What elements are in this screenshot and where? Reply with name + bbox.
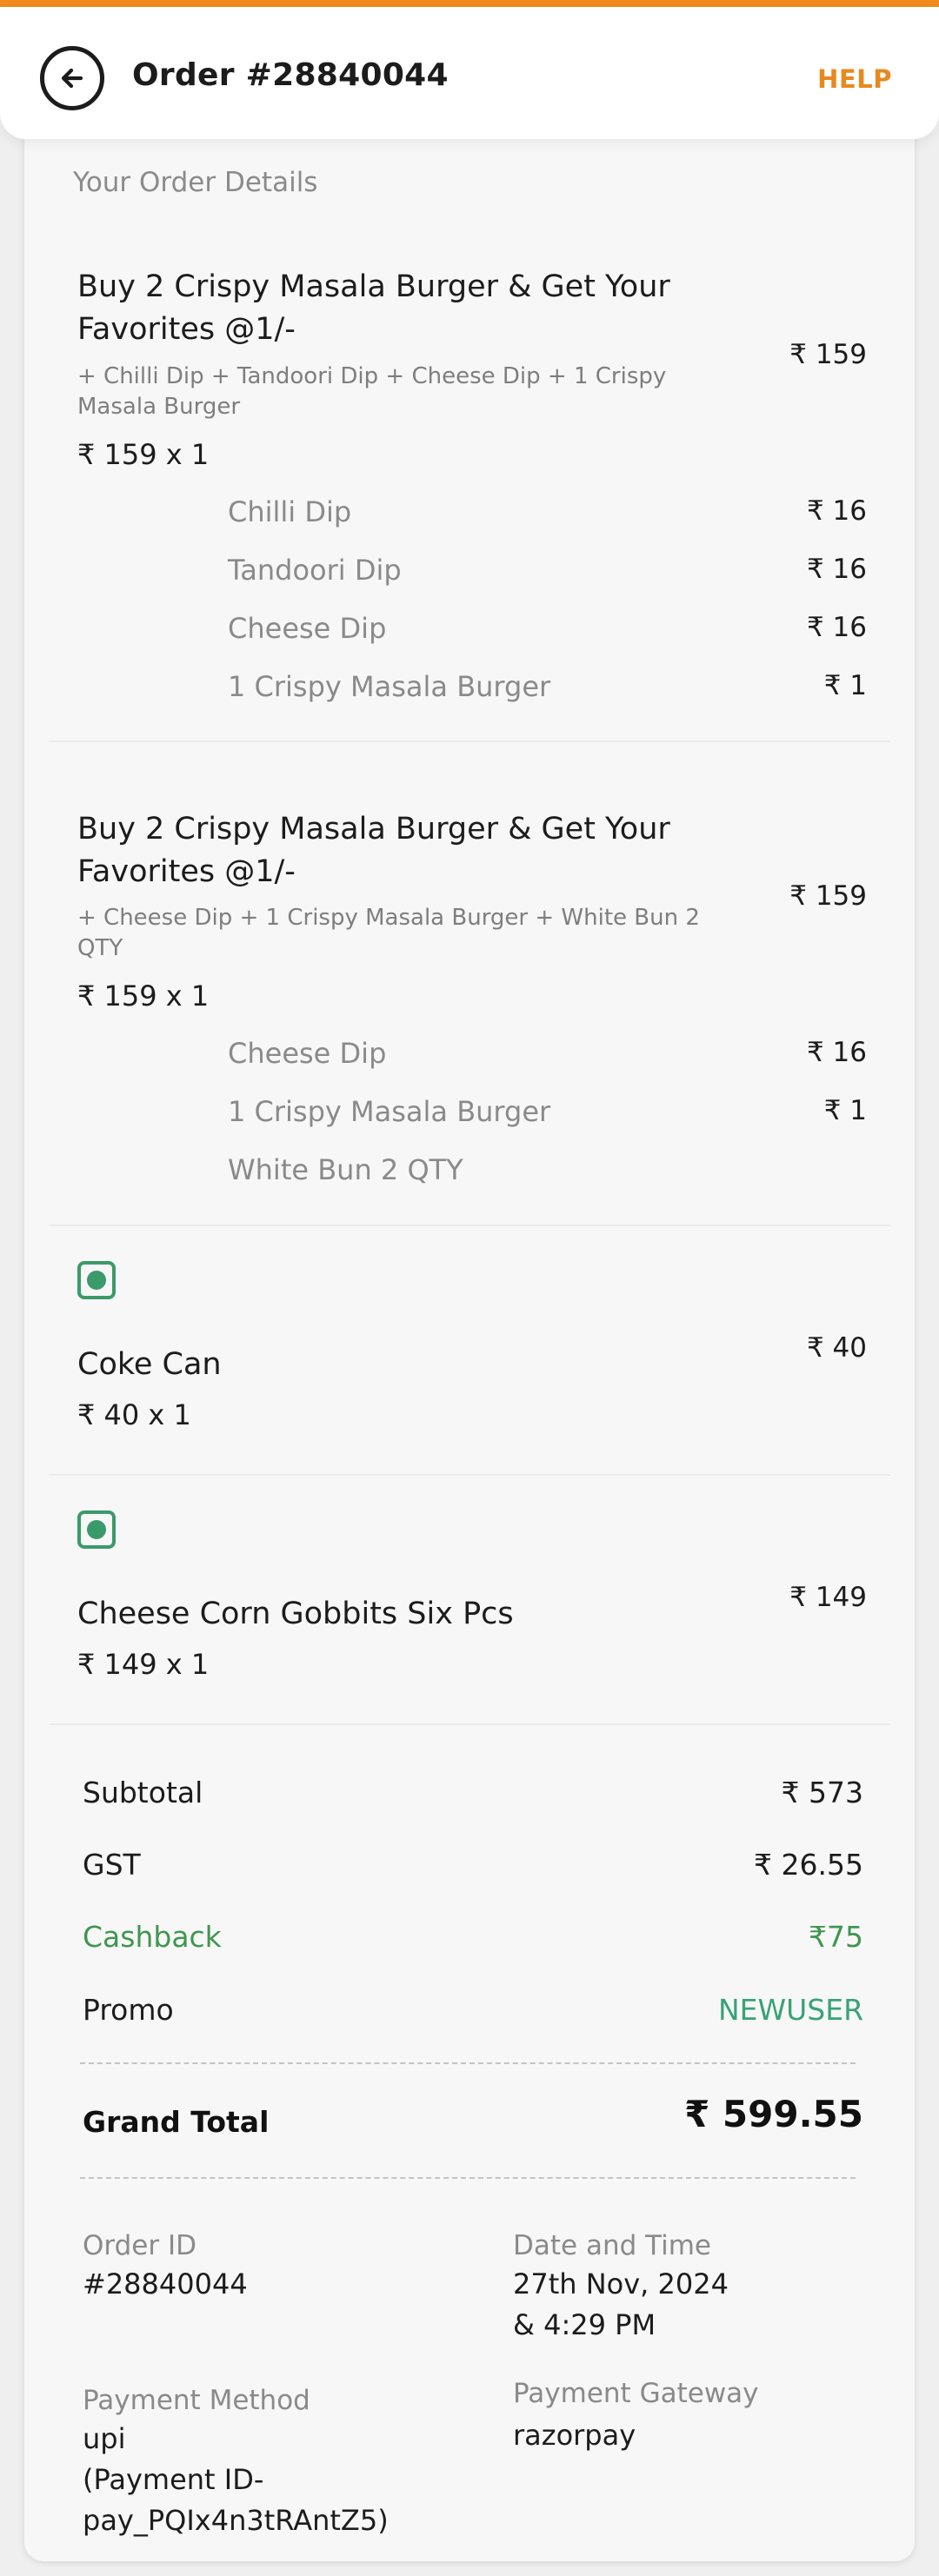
item-quantity: ₹ 40 x 1 <box>77 1398 191 1431</box>
payment-method-label: Payment Method <box>83 2385 310 2416</box>
item-quantity: ₹ 149 x 1 <box>77 1648 210 1681</box>
datetime-line1: 27th Nov, 2024 <box>513 2267 729 2300</box>
item-price: ₹ 159 <box>789 339 867 370</box>
item-title: Buy 2 Crispy Masala Burger & Get Your Fa… <box>77 269 670 347</box>
item-divider <box>49 1723 890 1725</box>
addon-name: Chilli Dip <box>228 495 352 528</box>
veg-indicator-icon <box>77 1510 116 1549</box>
item-title: Cheese Corn Gobbits Six Pcs <box>77 1597 514 1631</box>
payment-method-line1: upi <box>83 2422 126 2455</box>
page-title: Order #28840044 <box>132 57 449 93</box>
addon-name: 1 Crispy Masala Burger <box>228 1095 551 1128</box>
addon-name: White Bun 2 QTY <box>228 1153 463 1186</box>
addon-name: Cheese Dip <box>228 1037 387 1070</box>
back-button[interactable] <box>40 46 104 110</box>
item-quantity: ₹ 159 x 1 <box>77 438 210 471</box>
datetime-line2: & 4:29 PM <box>513 2308 656 2341</box>
addon-price: ₹ 16 <box>806 495 867 527</box>
promo-label: Promo <box>83 1993 174 2027</box>
cashback-label: Cashback <box>83 1920 222 1954</box>
item-price: ₹ 40 <box>806 1332 867 1364</box>
dashed-divider <box>80 2177 856 2179</box>
top-accent-bar <box>0 0 939 7</box>
item-quantity: ₹ 159 x 1 <box>77 979 210 1012</box>
addon-price: ₹ 16 <box>806 554 867 585</box>
item-title: Coke Can <box>77 1347 222 1382</box>
addon-name: Cheese Dip <box>228 612 387 645</box>
addon-name: Tandoori Dip <box>228 554 402 587</box>
order-details-card: Your Order Details Buy 2 Crispy Masala B… <box>24 130 915 2561</box>
item-divider <box>49 740 890 742</box>
payment-gateway-value: razorpay <box>513 2419 636 2452</box>
gst-label: GST <box>83 1848 141 1882</box>
grand-total-value: ₹ 599.55 <box>684 2093 863 2135</box>
addon-price: ₹ 16 <box>806 612 867 643</box>
veg-indicator-icon <box>77 1261 116 1299</box>
item-divider <box>49 1225 890 1226</box>
subtotal-value: ₹ 573 <box>781 1776 863 1809</box>
promo-code: NEWUSER <box>717 1993 863 2027</box>
item-price: ₹ 149 <box>789 1582 867 1613</box>
section-title: Your Order Details <box>73 167 318 198</box>
order-id-value: #28840044 <box>83 2267 248 2300</box>
item-subtitle: + Cheese Dip + 1 Crispy Masala Burger + … <box>77 905 700 961</box>
payment-method-line2: (Payment ID- <box>83 2463 264 2496</box>
addon-price: ₹ 1 <box>823 670 867 701</box>
help-link[interactable]: HELP <box>817 64 892 94</box>
cashback-value: ₹75 <box>809 1920 863 1954</box>
item-title: Buy 2 Crispy Masala Burger & Get Your Fa… <box>77 812 670 889</box>
back-arrow-icon <box>61 68 83 89</box>
order-id-label: Order ID <box>83 2230 196 2261</box>
payment-gateway-label: Payment Gateway <box>513 2378 759 2409</box>
addon-name: 1 Crispy Masala Burger <box>228 670 551 703</box>
gst-value: ₹ 26.55 <box>754 1848 863 1882</box>
addon-price: ₹ 1 <box>823 1095 867 1126</box>
subtotal-label: Subtotal <box>83 1776 203 1809</box>
app-header: Order #28840044 HELP <box>0 7 939 139</box>
item-divider <box>49 1474 890 1476</box>
payment-id-value: pay_PQIx4n3tRAntZ5) <box>83 2504 389 2537</box>
item-subtitle: + Chilli Dip + Tandoori Dip + Cheese Dip… <box>77 363 667 420</box>
dashed-divider <box>80 2062 856 2064</box>
addon-price: ₹ 16 <box>806 1037 867 1068</box>
grand-total-label: Grand Total <box>83 2105 270 2139</box>
datetime-label: Date and Time <box>513 2230 711 2261</box>
item-price: ₹ 159 <box>789 880 867 912</box>
